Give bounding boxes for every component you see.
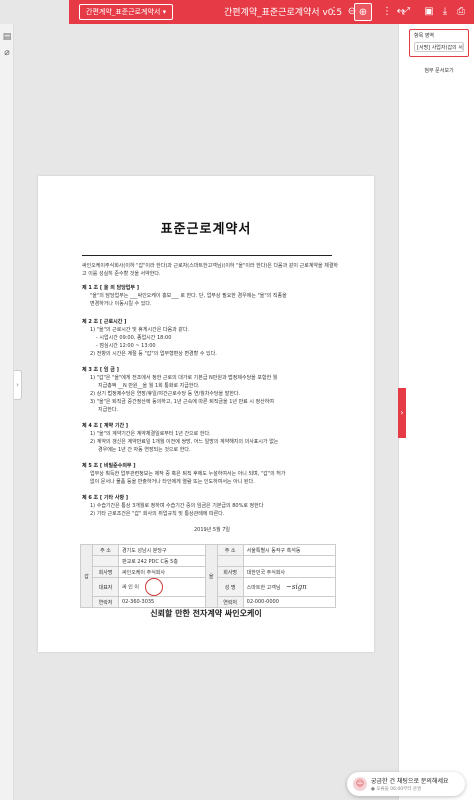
field-label: 항목 영역 [414,33,434,39]
section-line: 없이 문서나 물품 등을 반출하거나 타인에게 열람 또는 인도하여서는 아니 … [90,479,255,485]
section-line: 경우에는 1년 간 자동 연장되는 것으로 한다. [98,447,191,453]
section-title: 제 4 조 [ 계약 기간 ] [82,423,129,429]
cell-label [92,555,119,567]
contract-date: 2019년 5월 7일 [193,527,231,533]
print-icon[interactable]: ⎙ [452,3,470,21]
chat-avatar-icon: ☺ [353,777,367,791]
section-title: 제 2 조 [ 근로시간 ] [82,319,127,325]
field-panel: 항목 영역 [서명] 사업자(갑의 서명 첨부 문서보기 [398,24,474,800]
section-line: - 점심시간 12:00 ~ 13:00 [96,343,156,349]
section-5: 제 5 조 [ 비밀준수의무 ] 업무상 획득한 업무관련정보는 제작 중 혹은… [82,462,342,486]
template-select[interactable]: 간편계약_표준근로계약서 ▾ [79,4,174,20]
cell-label: 성 명 [216,577,244,597]
section-line: - 시업시간 09:00, 종업시간 18:00 [96,335,172,341]
section-line: 1) "갑"은 "을"에게 전조에서 정한 근로의 대가로 기본급 N만원과 법… [90,375,278,381]
cell-label: 연락처 [216,596,244,608]
cell-label [216,555,244,567]
left-panel-toggle[interactable]: › [14,370,22,400]
cell-value: 대한민국 주식회사 [242,566,337,578]
section-title: 제 6 조 [ 기타 사항 ] [82,495,129,501]
contract-intro: 싸인오케이주식회사(이하 "갑"이라 한다)과 근로자(스마트한고객님)(이하 … [82,263,339,277]
cell-value: 02-360-3035 [118,596,206,608]
signer-cell[interactable]: 스마트한 고객님 ~sign [242,577,337,597]
party-b-label: 을 [204,544,218,608]
section-line: 1) "을"의 근로시간 및 휴게시간은 다음과 같다. [90,327,190,333]
section-line: 2) 기타 근로조건은 "갑" 회사의 취업규칙 및 통상관례에 따른다. [90,511,225,517]
fullscreen-icon[interactable]: ⤢ [397,3,415,21]
zoom-in-icon[interactable]: ⊕ [354,3,372,21]
cell-value: 싸인오케이 주식회사 [118,566,206,578]
section-line: "을"의 담당업무는 ___싸인오케이 홍보___ 로 한다. 단, 업무상 필… [90,293,287,299]
representative-cell[interactable]: 싸 인 이 [118,577,206,597]
handwritten-signature: ~sign [286,583,307,591]
section-line: 2) 계약의 갱신은 계약만료일 1개월 이전에 쌍방, 어느 일방의 계약해지… [90,439,279,445]
right-panel-toggle[interactable]: › [398,388,406,438]
attachment-icon[interactable]: ⌀ [2,48,12,58]
cell-label: 회사명 [92,566,119,578]
view-attachments-button[interactable]: 첨부 문서보기 [411,67,467,74]
cell-value: 판교로 242 PDC C동 5층 [118,555,206,567]
field-select[interactable]: [서명] 사업자(갑의 서명 [414,42,464,52]
section-4: 제 4 조 [ 계약 기간 ] 1) "을"의 계약기간은 계약체결일로부터 1… [82,422,342,454]
more-icon[interactable]: ⋮ [325,3,343,21]
cell-value: 경기도 성남시 분당구 [118,544,206,556]
section-6: 제 6 조 [ 기타 사항 ] 1) 수습기간은 통상 3개월로 정하며 수습기… [82,494,342,518]
left-toolbar: ▤ ⌀ [0,24,14,800]
party-a-label: 갑 [80,544,93,608]
section-3: 제 3 조 [ 임 금 ] 1) "갑"은 "을"에게 전조에서 정한 근로의 … [82,366,342,414]
cell-label: 대표자 [92,577,119,597]
field-area-box[interactable]: 항목 영역 [서명] 사업자(갑의 서명 [409,29,469,57]
section-line: 변경하거나 이동시킬 수 있다. [90,301,152,307]
section-line: 지급한다. [98,407,118,413]
signature-table: 갑 주 소 경기도 성남시 분당구 을 주 소 서울특별시 동작구 흑석동 판교… [80,544,337,608]
section-line: 1) 수습기간은 통상 3개월로 정하며 수습기간 중의 임금은 기본급의 80… [90,503,264,509]
cell-value: 서울특별시 동작구 흑석동 [242,544,337,556]
title-divider [82,255,332,256]
company-seal-stamp [144,578,163,596]
section-line: 2) 상기 법정제수당은 연장/휴일/야간근로수당 등 연/월차수당을 말한다. [90,391,241,397]
section-title: 제 1 조 [ 을 의 담당업무 ] [82,285,140,291]
cell-label: 회사명 [216,566,244,578]
cell-value: 싸 인 이 [122,584,139,591]
cell-value [242,555,337,567]
document-icon[interactable]: ▤ [2,32,12,42]
section-2: 제 2 조 [ 근로시간 ] 1) "을"의 근로시간 및 휴게시간은 다음과 … [82,318,342,358]
section-line: 3) "을"은 퇴직금 중간정산에 동의하고, 1년 근속에 따른 퇴직금을 1… [90,399,274,405]
cell-label: 주 소 [92,544,119,556]
section-line: 2) 전항의 시간은 계절 등 "갑"의 업무형편상 변경할 수 있다. [90,351,217,357]
cell-label: 주 소 [216,544,244,556]
section-line: 업무상 획득한 업무관련정보는 제작 중 혹은 퇴직 후에도 누설하여서는 아니… [90,471,286,477]
chat-hours: ● 오류들 06:00부터 운영 [371,787,422,792]
section-title: 제 5 조 [ 비밀준수의무 ] [82,463,136,469]
cell-value: 스마트한 고객님 [246,585,281,591]
page-footer-slogan: 신뢰할 만한 전자계약 싸인오케이 [150,609,262,618]
section-title: 제 3 조 [ 임 금 ] [82,367,119,373]
cell-label: 연락처 [92,596,119,608]
document-page: 표준근로계약서 싸인오케이주식회사(이하 "갑"이라 한다)과 근로자(스마트한… [38,176,374,652]
chat-message: 궁금한 건 채팅으로 문의해세요 [371,778,449,785]
section-line: 1) "을"의 계약기간은 계약체결일로부터 1년 간으로 한다. [90,431,211,437]
contract-title: 표준근로계약서 [160,222,252,237]
chat-widget[interactable]: ☺ 궁금한 건 채팅으로 문의해세요 ● 오류들 06:00부터 운영 [347,772,465,796]
cell-value: 02-000-0000 [242,596,337,608]
section-line: 지급총액 __N 만원__을 월 1회 통화로 지급한다. [98,383,200,389]
section-1: 제 1 조 [ 을 의 담당업무 ] "을"의 담당업무는 ___싸인오케이 홍… [82,284,342,308]
top-toolbar: 간편계약_표준근로계약서 ▾ 간편계약_표준근로계약서 v0.5 ⋮ ⊖ ⊕ ⋮… [69,0,474,24]
